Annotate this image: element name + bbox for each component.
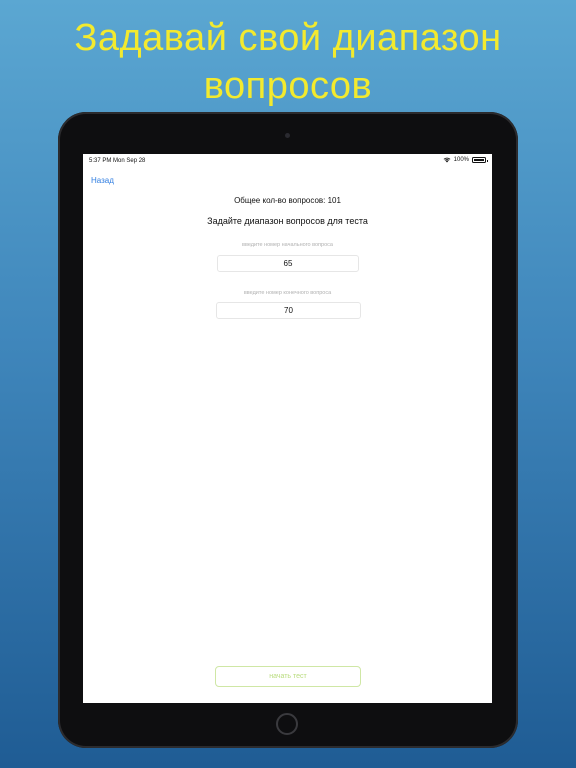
end-question-input[interactable]: 70	[216, 302, 361, 319]
wifi-icon	[443, 157, 451, 163]
range-title: Задайте диапазон вопросов для теста	[207, 216, 368, 226]
camera-icon	[285, 133, 290, 138]
app-screen: 5:37 PM Mon Sep 28 100% Назад Общее кол-…	[83, 154, 492, 703]
battery-fill	[474, 159, 484, 161]
status-indicators: 100%	[443, 157, 488, 163]
promo-line-2: вопросов	[203, 65, 373, 107]
back-button[interactable]: Назад	[91, 176, 114, 185]
start-field-caption: введите номер начального вопроса	[242, 242, 333, 248]
home-button[interactable]	[276, 713, 298, 735]
status-bar: 5:37 PM Mon Sep 28 100%	[83, 154, 492, 168]
battery-icon	[472, 157, 488, 163]
promo-line-1: Задавай свой диапазон	[74, 17, 502, 59]
status-time: 5:37 PM Mon Sep 28	[89, 158, 146, 164]
tablet-frame: 5:37 PM Mon Sep 28 100% Назад Общее кол-…	[58, 112, 518, 748]
end-field-caption: введите номер конечного вопроса	[243, 290, 332, 296]
start-question-input[interactable]: 65	[217, 255, 359, 272]
promo-headline: Задавай свой диапазон вопросов	[0, 14, 576, 110]
total-questions-label: Общее кол-во вопросов: 101	[234, 196, 341, 205]
battery-percent: 100%	[453, 157, 469, 163]
start-test-button[interactable]: начать тест	[215, 666, 361, 687]
